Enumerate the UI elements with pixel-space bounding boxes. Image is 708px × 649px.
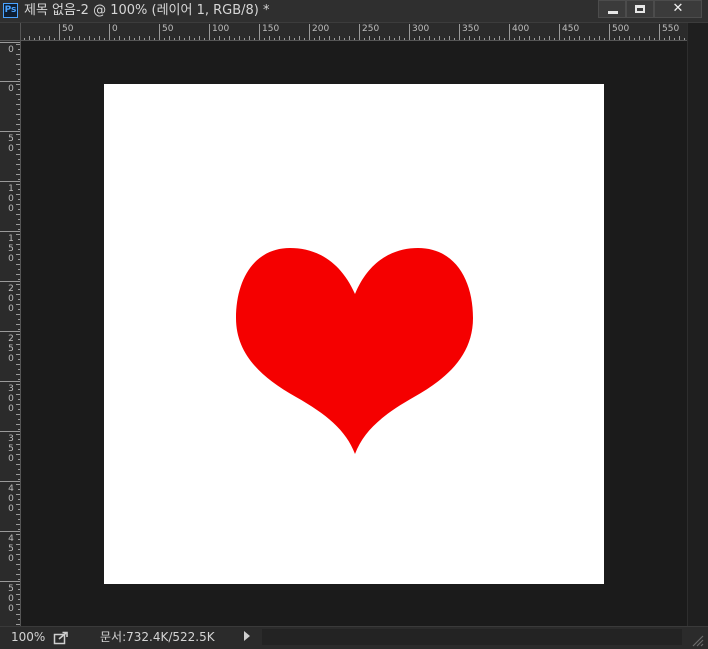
horizontal-ruler-label: 550 — [662, 24, 680, 34]
document-window: Ps 제목 없음-2 @ 100% (레이어 1, RGB/8) * ✕ 0 50… — [0, 0, 708, 649]
close-button[interactable]: ✕ — [654, 0, 702, 18]
status-menu-arrow-icon[interactable] — [244, 631, 250, 641]
photoshop-icon: Ps — [3, 3, 18, 18]
resize-grip-icon[interactable] — [690, 633, 704, 647]
horizontal-ruler-label: 0 — [112, 24, 118, 34]
horizontal-scrollbar[interactable] — [262, 629, 682, 645]
vertical-ruler-label: 0 — [8, 84, 14, 94]
vertical-ruler-label: 100 — [8, 184, 14, 214]
horizontal-ruler-label: 200 — [312, 24, 330, 34]
heart-shape[interactable] — [236, 248, 473, 454]
vertical-ruler[interactable]: 0 0 50 100 150 200 250 300 350 400 450 500 — [0, 41, 21, 626]
horizontal-ruler-label: 350 — [462, 24, 480, 34]
vertical-ruler-label: 400 — [8, 484, 14, 514]
horizontal-ruler[interactable]: 050050100150200250300350400450500550 — [21, 23, 687, 41]
vertical-ruler-label: 250 — [8, 334, 14, 364]
vertical-ruler-label: 150 — [8, 234, 14, 264]
document-title: 제목 없음-2 @ 100% (레이어 1, RGB/8) * — [24, 3, 270, 18]
zoom-level-field[interactable]: 100% — [11, 629, 45, 645]
horizontal-ruler-label: 400 — [512, 24, 530, 34]
ruler-origin-corner[interactable] — [0, 23, 21, 41]
horizontal-ruler-label: 450 — [562, 24, 580, 34]
horizontal-ruler-label: 250 — [362, 24, 380, 34]
title-bar[interactable]: Ps 제목 없음-2 @ 100% (레이어 1, RGB/8) * ✕ — [0, 0, 708, 23]
minimize-icon — [608, 11, 618, 14]
document-size-info: 문서:732.4K/522.5K — [100, 630, 215, 644]
minimize-button[interactable] — [598, 0, 626, 18]
vertical-ruler-label: 200 — [8, 284, 14, 314]
horizontal-ruler-label: 500 — [612, 24, 630, 34]
maximize-button[interactable] — [626, 0, 654, 18]
horizontal-ruler-label: 50 — [62, 24, 74, 34]
share-icon[interactable] — [53, 630, 69, 645]
vertical-ruler-label: 300 — [8, 384, 14, 414]
vertical-ruler-label: 450 — [8, 534, 14, 564]
horizontal-ruler-ticks — [24, 24, 685, 40]
document-canvas[interactable] — [104, 84, 604, 584]
vertical-ruler-label: 500 — [8, 584, 14, 614]
heart-shape-layer[interactable] — [104, 84, 604, 584]
horizontal-ruler-label: 100 — [212, 24, 230, 34]
vertical-ruler-label: 0 — [8, 45, 14, 55]
horizontal-ruler-label: 50 — [162, 24, 174, 34]
horizontal-ruler-label: 150 — [262, 24, 280, 34]
maximize-icon — [635, 5, 645, 13]
close-icon: ✕ — [672, 1, 684, 16]
canvas-workspace[interactable] — [21, 41, 687, 626]
vertical-scrollbar[interactable] — [687, 23, 708, 626]
status-bar: 100% 문서:732.4K/522.5K — [0, 626, 708, 649]
vertical-ruler-label: 350 — [8, 434, 14, 464]
vertical-ruler-label: 50 — [8, 134, 14, 154]
horizontal-ruler-label: 300 — [412, 24, 430, 34]
